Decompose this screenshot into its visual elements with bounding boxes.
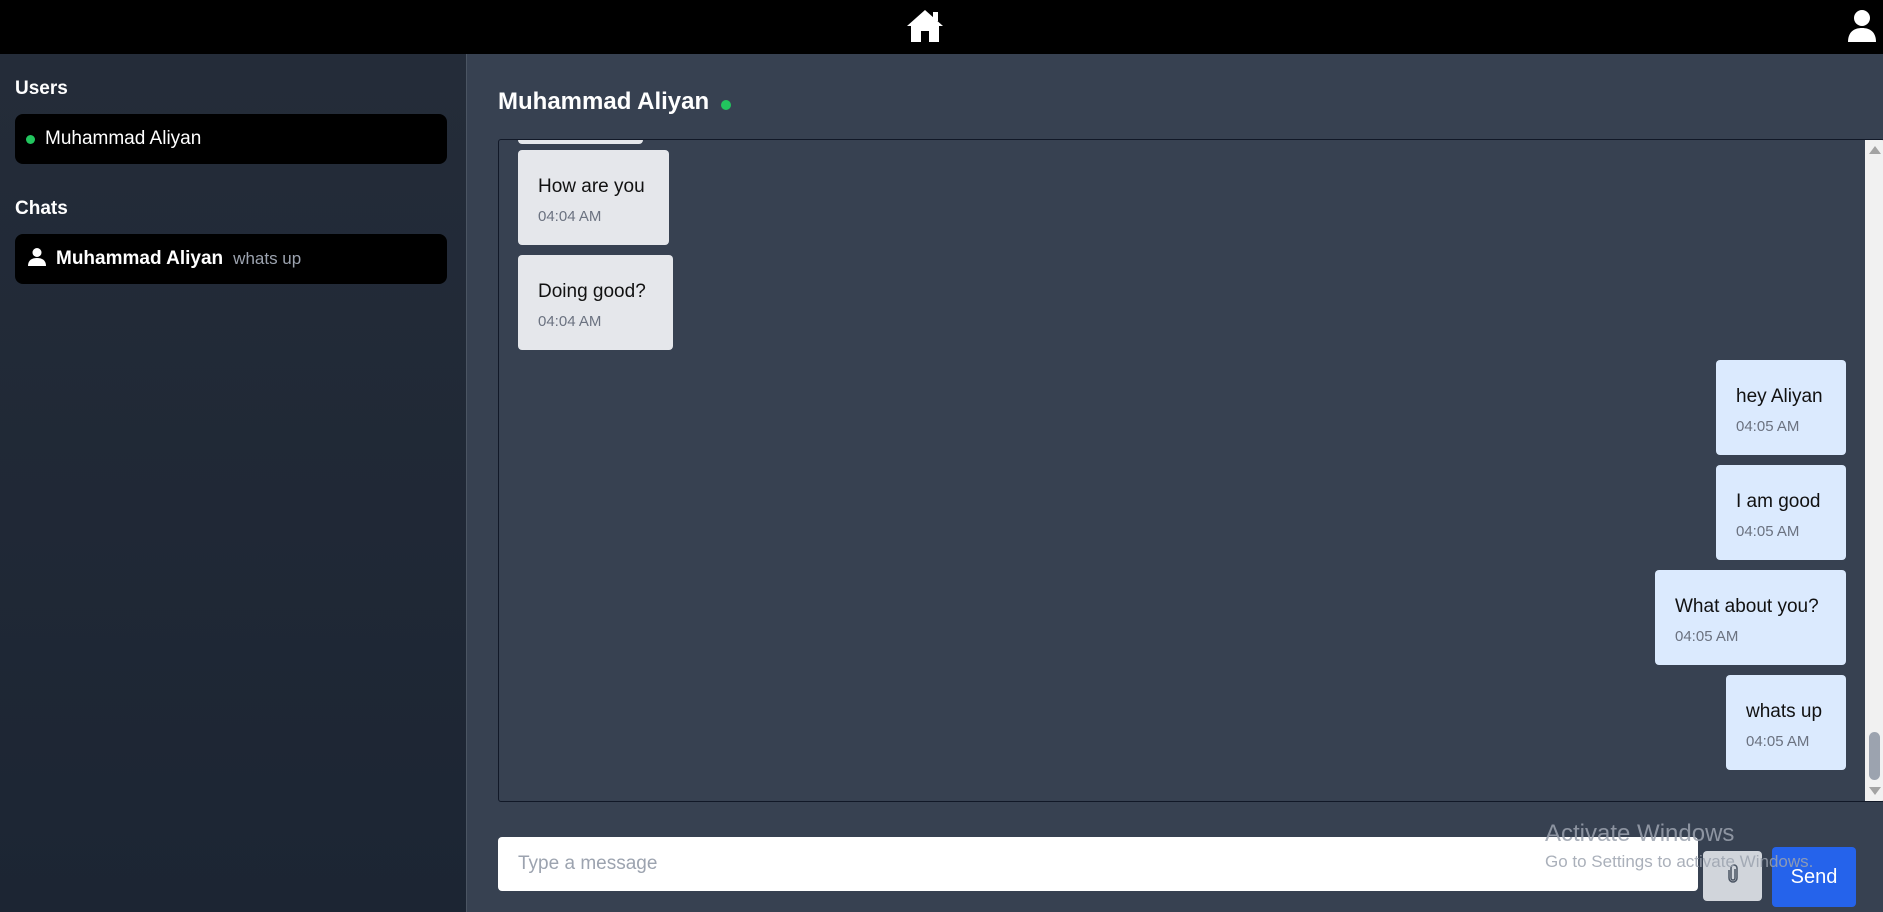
message-outgoing: I am good 04:05 AM	[1716, 465, 1846, 560]
message-text: What about you?	[1675, 596, 1819, 617]
message-time: 04:04 AM	[538, 313, 602, 330]
users-heading: Users	[15, 78, 68, 99]
message-text: whats up	[1746, 701, 1823, 722]
message-text: I am good	[1736, 491, 1821, 512]
home-icon[interactable]	[906, 8, 944, 44]
message-incoming: Doing good? 04:04 AM	[518, 255, 673, 350]
message-outgoing: whats up 04:05 AM	[1726, 675, 1846, 770]
message-bubble-partial	[518, 140, 643, 144]
message-scrollbar[interactable]	[1865, 140, 1883, 801]
chat-last-message: whats up	[233, 249, 302, 268]
windows-activation-watermark: Activate Windows Go to Settings to activ…	[1545, 820, 1813, 872]
user-name: Muhammad Aliyan	[45, 128, 202, 149]
online-status-dot	[26, 134, 35, 144]
message-time: 04:05 AM	[1675, 628, 1739, 645]
sidebar: Users Muhammad Aliyan Chats Muhammad Ali…	[0, 54, 467, 912]
message-text: How are you	[538, 176, 645, 197]
chat-name: Muhammad Aliyan	[56, 248, 224, 269]
sidebar-chat-item[interactable]: Muhammad Aliyan whats up	[15, 234, 447, 284]
message-time: 04:05 AM	[1736, 523, 1800, 540]
message-list[interactable]: How are you 04:04 AM Doing good? 04:04 A…	[498, 139, 1883, 802]
watermark-subtitle: Go to Settings to activate Windows.	[1545, 852, 1814, 871]
message-time: 04:05 AM	[1746, 733, 1810, 750]
watermark-title: Activate Windows	[1545, 820, 1735, 847]
message-text: Doing good?	[538, 281, 646, 302]
online-status-dot	[721, 100, 732, 110]
chat-panel: Muhammad Aliyan How are you 04:04 AM Doi…	[468, 54, 1883, 912]
message-input[interactable]	[498, 837, 1698, 891]
message-incoming: How are you 04:04 AM	[518, 150, 669, 245]
user-icon	[28, 247, 46, 272]
message-time: 04:05 AM	[1736, 418, 1800, 435]
message-time: 04:04 AM	[538, 208, 602, 225]
message-outgoing: What about you? 04:05 AM	[1655, 570, 1846, 665]
user-icon[interactable]	[1847, 8, 1877, 44]
scrollbar-thumb[interactable]	[1869, 732, 1880, 780]
top-navbar	[0, 0, 1883, 54]
chat-header: Muhammad Aliyan	[498, 88, 732, 116]
message-text: hey Aliyan	[1736, 386, 1823, 407]
chat-title: Muhammad Aliyan	[498, 88, 710, 115]
sidebar-user-item[interactable]: Muhammad Aliyan	[15, 114, 447, 164]
scroll-down-arrow-icon[interactable]	[1869, 787, 1881, 795]
chats-heading: Chats	[15, 198, 68, 219]
scroll-up-arrow-icon[interactable]	[1869, 146, 1881, 154]
message-outgoing: hey Aliyan 04:05 AM	[1716, 360, 1846, 455]
